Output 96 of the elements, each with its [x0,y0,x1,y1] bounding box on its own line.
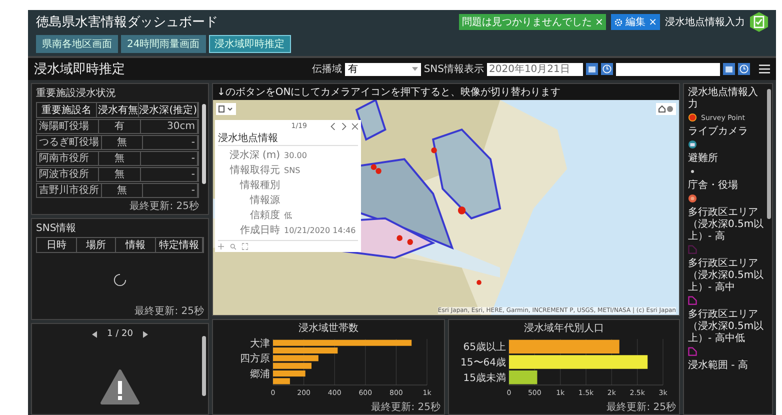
table-cell: - [141,168,198,181]
field-label: 情報取得元 [228,164,280,177]
table-cell: 無 [98,152,142,165]
column-header: 日時 [37,238,77,252]
panel-title: 重要施設浸水状況 [36,86,117,100]
column-header: 浸水有無 [97,103,140,117]
scrollbar[interactable] [767,89,771,219]
legend-label: 浸水範囲 - 高 [688,360,749,372]
table-cell: 阿波市役所 [37,168,99,181]
scrollbar[interactable] [202,336,206,396]
input-link[interactable]: 浸水地点情報入力 [665,15,745,29]
category-label: 郷浦 [250,369,270,380]
update-time: 最終更新: 25秒 [130,201,199,212]
legend-label: ライブカメラ [688,126,749,138]
tab[interactable]: 24時間雨量画面 [121,35,206,53]
popup-title: 浸水地点情報 [218,131,358,146]
table-cell: - [141,152,198,165]
sns-label: SNS情報表示 [424,62,484,76]
field-label: 作成日時 [239,224,280,237]
status-badge[interactable]: 問題は見つかりませんでした × [458,14,606,30]
calendar-icon[interactable] [586,63,598,75]
panel-title: SNS情報 [36,222,78,235]
menu-icon[interactable] [759,64,770,74]
field-value: 低 [284,210,293,220]
column-header: 特定情報 [156,238,203,252]
update-time: 最終更新: 25秒 [606,402,676,413]
legend-label: 多行政区エリア（浸水深0.5m以上）- 高中低 [688,309,764,345]
field-value: 10/21/2020 14:46 [284,226,357,234]
close-icon[interactable] [352,122,358,130]
legend-label: 避難所 [688,153,719,165]
update-time: 最終更新: 25秒 [134,306,204,317]
home-button[interactable] [656,103,676,115]
table-cell: 有 [98,120,142,133]
expand-icon[interactable] [242,243,248,250]
warning-icon [100,369,140,405]
column-header: 浸水深(推定) [139,103,198,117]
legend-label: 浸水地点情報入力 [688,87,759,111]
column-header: 場所 [76,238,116,252]
page-title: 浸水域即時推定 [34,61,125,78]
edit-badge[interactable]: 編集 × [611,14,660,30]
table-cell: 無 [102,184,144,197]
column-header: 情報 [116,238,156,252]
dot-icon [691,170,694,173]
column-header: 重要施設名 [37,103,98,117]
field-label: 情報源 [248,194,280,207]
table-cell: 海陽町役場 [37,120,99,133]
chart-title: 浸水域年代別人口 [524,322,604,335]
next-icon[interactable] [341,122,347,130]
caret-icon [412,67,418,71]
category-label: 15歳未満 [463,372,506,384]
update-time: 最終更新: 25秒 [371,402,440,413]
table-cell: 無 [98,168,142,181]
calendar-icon[interactable] [723,63,735,75]
table-cell: 無 [102,136,144,149]
chart-title: 浸水域世帯数 [298,322,358,335]
clock-icon[interactable] [601,63,613,75]
table-cell: - [143,136,198,149]
clock-icon[interactable] [738,63,750,75]
field-value: SNS [284,166,302,174]
category-label: 大津 [250,338,270,350]
table-cell: つるぎ町役場 [37,136,102,149]
legend-label: 庁舎・役場 [688,180,739,192]
dashboard-title: 徳島県水害情報ダッシュボード [36,14,218,31]
spread-label: 伝播域 [312,62,342,76]
legend-label: 多行政区エリア（浸水深0.5m以上）- 高 [688,207,764,243]
date-field[interactable]: 2020年10月21日 [487,62,583,76]
point-icon [688,113,697,122]
circle-icon [688,194,697,203]
field-label: 浸水深 (m) [228,148,280,162]
field-label: 情報種別 [238,178,280,192]
next-icon[interactable] [142,330,148,338]
category-label: 四方原 [240,354,270,365]
move-icon[interactable] [218,243,224,250]
scrollbar[interactable] [202,104,206,184]
checklist-logo-icon [750,12,768,32]
table-cell: 30cm [141,120,198,133]
camera-icon [688,140,697,149]
page-counter: 1 / 20 [107,329,133,339]
previous-icon[interactable] [330,122,336,130]
table-cell: 吉野川市役所 [37,184,102,197]
field-value: 30.00 [284,150,308,160]
time-field[interactable] [616,62,720,76]
previous-icon[interactable] [92,330,98,338]
field-label: 信頼度 [249,208,280,222]
map-notice: ↓のボタンをONにしてカメラアイコンを押下すると、映像が切り替わります [216,86,562,100]
zoom-icon[interactable] [230,243,236,250]
category-label: 65歳以上 [463,342,506,354]
legend-label: 多行政区エリア（浸水深0.5m以上）- 高中 [688,258,764,294]
layers-button[interactable] [216,103,236,115]
tab[interactable]: 県南各地区画面 [36,35,118,53]
table-cell: 阿南市役所 [37,152,99,165]
gear-icon [614,18,624,26]
spread-select[interactable]: 有 [344,62,421,76]
category-label: 15〜64歳 [460,358,506,368]
tab[interactable]: 浸水域即時推定 [208,35,291,53]
table-cell: - [143,184,198,197]
